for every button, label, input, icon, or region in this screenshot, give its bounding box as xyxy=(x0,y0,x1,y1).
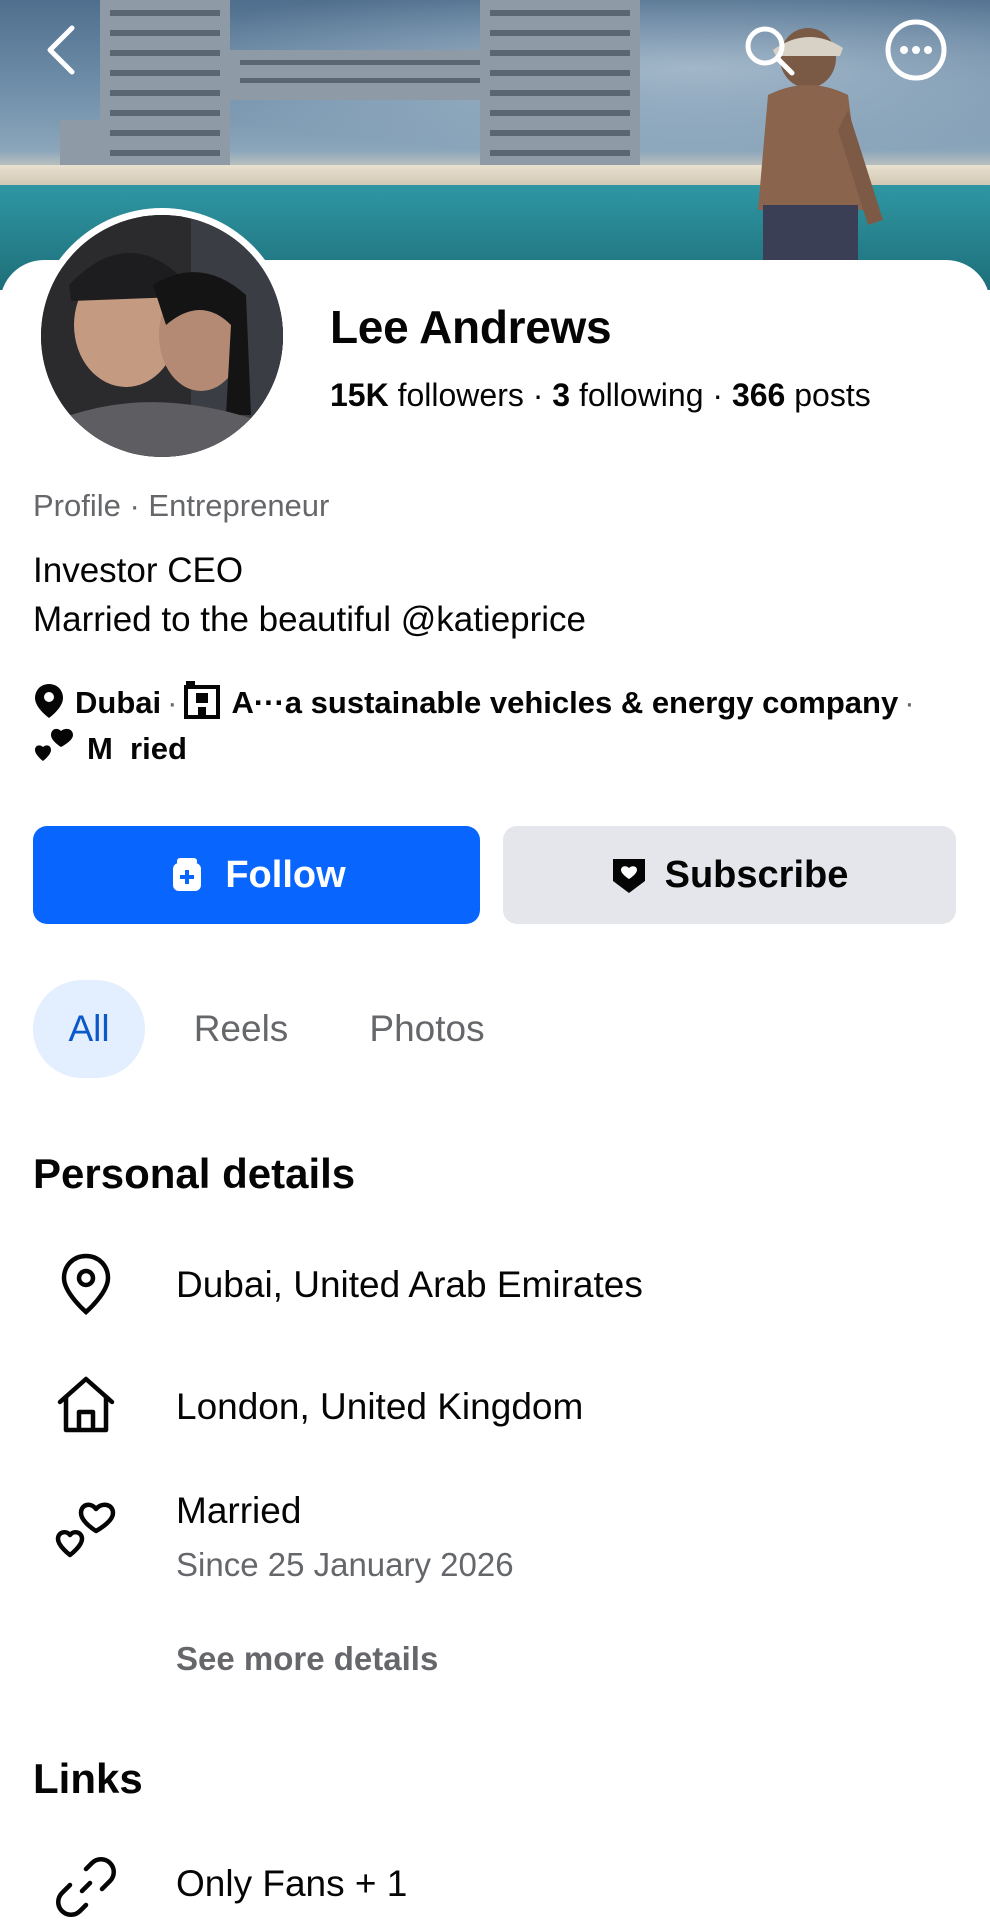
stats-separator: · xyxy=(703,377,732,413)
hometown-text: London, United Kingdom xyxy=(176,1386,584,1427)
meta-separator: · xyxy=(904,685,915,720)
search-icon xyxy=(745,26,795,76)
personal-details-title: Personal details xyxy=(33,1150,356,1197)
links-title: Links xyxy=(33,1755,143,1802)
subscribe-label: Subscribe xyxy=(664,853,849,896)
building-icon xyxy=(184,681,221,719)
cover-building xyxy=(60,0,640,170)
relationship-text: Married xyxy=(176,1490,302,1531)
followers-count[interactable]: 15K xyxy=(330,377,389,413)
chevron-left-icon xyxy=(47,25,75,75)
meta-relationship: M ried xyxy=(87,731,187,766)
posts-count: 366 xyxy=(731,377,786,413)
profile-stats: 15K followers · 3 following · 366 posts xyxy=(330,377,871,414)
profile-bio: Investor CEO Married to the beautiful @k… xyxy=(33,546,586,644)
bio-line: Investor CEO xyxy=(33,551,244,590)
meta-work[interactable]: A···a sustainable vehicles & energy comp… xyxy=(231,685,898,720)
posts-label: posts xyxy=(785,377,871,413)
meta-location: Dubai xyxy=(75,685,162,720)
subscribe-button[interactable]: Subscribe xyxy=(503,826,956,924)
avatar-photo xyxy=(41,215,283,457)
tab-all[interactable]: All xyxy=(33,980,145,1078)
relationship-hearts-icon xyxy=(35,728,73,761)
link-label[interactable]: Only Fans + 1 xyxy=(176,1863,407,1905)
following-count[interactable]: 3 xyxy=(552,377,570,413)
search-button[interactable] xyxy=(737,18,801,82)
subscribe-icon xyxy=(611,855,647,895)
relationship-outline-icon xyxy=(54,1498,118,1562)
avatar-image xyxy=(41,215,283,457)
profile-category: Profile · Entrepreneur xyxy=(33,488,330,523)
follow-button[interactable]: Follow xyxy=(33,826,480,924)
profile-meta: Dubai · A···a sustainable vehicles & ener… xyxy=(33,680,953,772)
follow-icon xyxy=(167,855,207,895)
tab-photos[interactable]: Photos xyxy=(357,980,497,1078)
location-outline-icon xyxy=(54,1252,118,1316)
tab-reels[interactable]: Reels xyxy=(179,980,303,1078)
more-options-button[interactable] xyxy=(884,18,948,82)
followers-label[interactable]: followers xyxy=(389,377,524,413)
back-button[interactable] xyxy=(30,18,94,82)
profile-tabs: All Reels Photos xyxy=(33,980,497,1078)
meta-separator: · xyxy=(167,685,178,720)
see-more-details-link[interactable]: See more details xyxy=(176,1640,438,1678)
following-label[interactable]: following xyxy=(570,377,704,413)
current-city-text: Dubai, United Arab Emirates xyxy=(176,1264,643,1305)
bio-line[interactable]: Married to the beautiful @katieprice xyxy=(33,595,586,644)
more-horizontal-icon xyxy=(885,19,947,81)
home-icon xyxy=(54,1372,118,1436)
profile-name: Lee Andrews xyxy=(330,301,612,353)
link-icon xyxy=(54,1855,118,1919)
profile-avatar[interactable] xyxy=(34,208,290,464)
location-pin-icon xyxy=(35,684,63,718)
stats-separator: · xyxy=(523,377,553,413)
follow-label: Follow xyxy=(225,853,346,896)
relationship-since-text: Since 25 January 2026 xyxy=(176,1546,514,1583)
